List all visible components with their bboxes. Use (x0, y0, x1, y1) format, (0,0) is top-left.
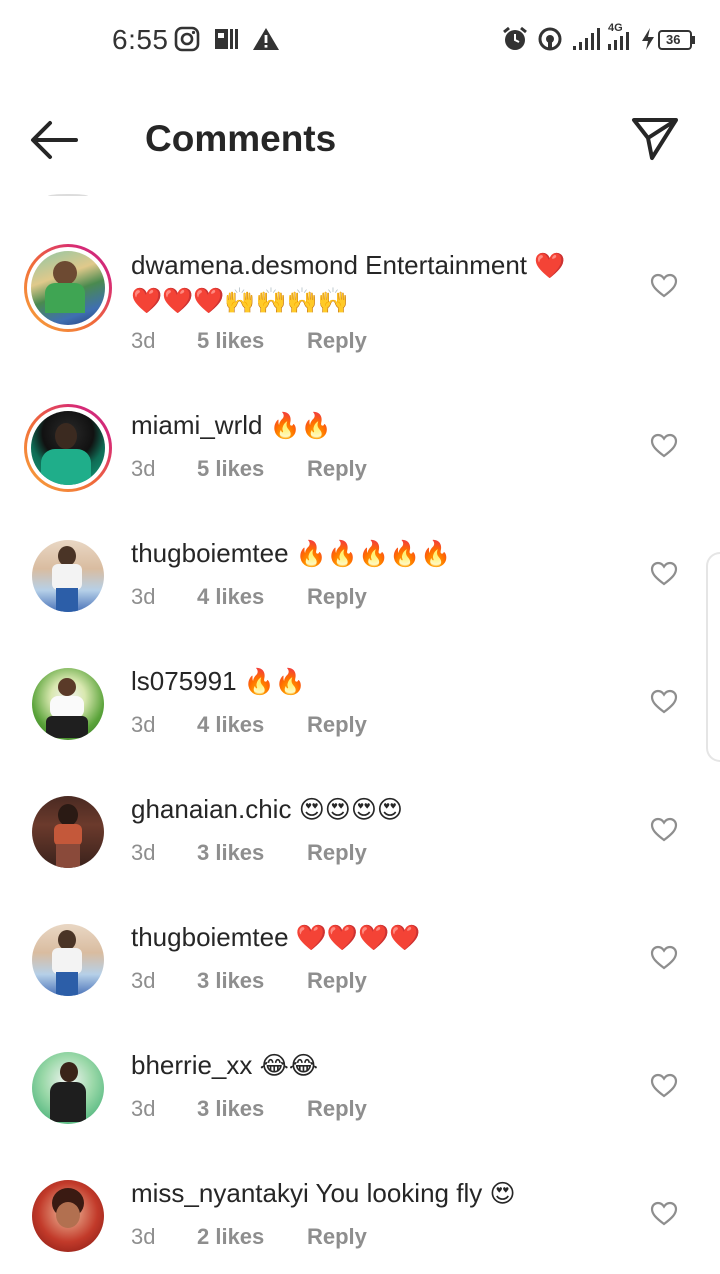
like-button[interactable] (650, 560, 678, 588)
battery-icon: 36 (658, 30, 696, 55)
comment-username[interactable]: miami_wrld (131, 410, 262, 440)
like-button[interactable] (650, 816, 678, 844)
status-bar: 6:55 4G 36 (0, 0, 720, 80)
reply-button[interactable]: Reply (307, 840, 367, 866)
comment-body: You looking fly (315, 1178, 483, 1208)
comment-text: ghanaian.chic 😍😍😍😍 (131, 792, 611, 827)
comment-emoji: 🔥🔥 (269, 411, 332, 440)
reply-button[interactable]: Reply (307, 584, 367, 610)
avatar[interactable] (32, 796, 104, 868)
comment-time: 3d (131, 584, 156, 609)
comment-username[interactable]: bherrie_xx (131, 1050, 252, 1080)
status-time: 6:55 (112, 24, 169, 55)
comment-username[interactable]: miss_nyantakyi (131, 1178, 309, 1208)
share-button[interactable] (630, 114, 682, 166)
comment-emoji: ❤️❤️❤️❤️ (295, 923, 421, 952)
comment-likes[interactable]: 5 likes (197, 328, 264, 354)
comment-emoji: 😍😍😍😍 (298, 795, 403, 824)
comment-emoji: 😂😂 (259, 1051, 319, 1080)
heart-outline-icon (650, 1201, 678, 1226)
comment-likes[interactable]: 4 likes (197, 712, 264, 738)
avatar[interactable] (32, 1180, 104, 1252)
avatar[interactable] (24, 404, 112, 492)
warning-icon (252, 26, 280, 57)
hotspot-icon (537, 26, 563, 57)
reply-button[interactable]: Reply (307, 712, 367, 738)
comment-emoji: ❤️ (534, 251, 566, 280)
side-panel-handle[interactable] (706, 552, 720, 762)
heart-outline-icon (650, 817, 678, 842)
comment-time: 3d (131, 1224, 156, 1249)
avatar[interactable] (24, 244, 112, 332)
comment-likes[interactable]: 3 likes (197, 968, 264, 994)
comment-time: 3d (131, 968, 156, 993)
comment-time: 3d (131, 712, 156, 737)
heart-outline-icon (650, 273, 678, 298)
comment-username[interactable]: ls075991 (131, 666, 237, 696)
reply-button[interactable]: Reply (307, 1096, 367, 1122)
reply-button[interactable]: Reply (307, 1224, 367, 1250)
arrow-left-icon (31, 121, 78, 159)
like-button[interactable] (650, 688, 678, 716)
comment-text: thugboiemtee ❤️❤️❤️❤️ (131, 920, 611, 955)
comment-text: bherrie_xx 😂😂 (131, 1048, 611, 1083)
comment-text: miami_wrld 🔥🔥 (131, 408, 611, 443)
app-notification-icon (213, 26, 241, 57)
heart-outline-icon (650, 561, 678, 586)
avatar[interactable] (32, 1052, 104, 1124)
avatar[interactable] (32, 668, 104, 740)
like-button[interactable] (650, 432, 678, 460)
comment-emoji: 🔥🔥 (243, 667, 307, 696)
alarm-icon (502, 26, 528, 57)
comment-text: miss_nyantakyi You looking fly 😍 (131, 1176, 611, 1211)
comment-likes[interactable]: 4 likes (197, 584, 264, 610)
comment-likes[interactable]: 5 likes (197, 456, 264, 482)
comment-time: 3d (131, 1096, 156, 1121)
heart-outline-icon (650, 689, 678, 714)
comment-text: ls075991 🔥🔥 (131, 664, 611, 699)
comment-likes[interactable]: 3 likes (197, 1096, 264, 1122)
comment-emoji: ❤️❤️❤️🙌🙌🙌🙌 (131, 286, 349, 315)
like-button[interactable] (650, 1200, 678, 1228)
like-button[interactable] (650, 944, 678, 972)
instagram-notification-icon (174, 26, 200, 57)
avatar[interactable] (32, 924, 104, 996)
comments-header: Comments (0, 100, 720, 180)
reply-button[interactable]: Reply (307, 968, 367, 994)
comment-text: thugboiemtee 🔥🔥🔥🔥🔥 (131, 536, 611, 571)
page-title: Comments (145, 118, 337, 159)
comment-time: 3d (131, 840, 156, 865)
heart-outline-icon (650, 433, 678, 458)
comment-username[interactable]: thugboiemtee (131, 922, 289, 952)
signal-icon (572, 26, 602, 57)
back-button[interactable] (28, 118, 84, 162)
comment-username[interactable]: dwamena.desmond (131, 250, 358, 280)
reply-button[interactable]: Reply (307, 328, 367, 354)
comment-username[interactable]: ghanaian.chic (131, 794, 291, 824)
avatar-edge (48, 194, 88, 198)
comment-time: 3d (131, 328, 156, 353)
network-4g-icon: 4G (606, 22, 636, 57)
comment-emoji: 🔥🔥🔥🔥🔥 (295, 539, 452, 568)
heart-outline-icon (650, 945, 678, 970)
comment-likes[interactable]: 3 likes (197, 840, 264, 866)
heart-outline-icon (650, 1073, 678, 1098)
like-button[interactable] (650, 1072, 678, 1100)
comment-text: dwamena.desmond Entertainment ❤️ ❤️❤️❤️🙌… (131, 248, 611, 318)
reply-button[interactable]: Reply (307, 456, 367, 482)
comment-time: 3d (131, 456, 156, 481)
comment-body: Entertainment (365, 250, 528, 280)
comment-emoji: 😍 (489, 1179, 516, 1208)
charging-icon (640, 26, 656, 57)
paper-plane-icon (632, 118, 678, 160)
like-button[interactable] (650, 272, 678, 300)
avatar[interactable] (32, 540, 104, 612)
comment-likes[interactable]: 2 likes (197, 1224, 264, 1250)
comment-username[interactable]: thugboiemtee (131, 538, 289, 568)
